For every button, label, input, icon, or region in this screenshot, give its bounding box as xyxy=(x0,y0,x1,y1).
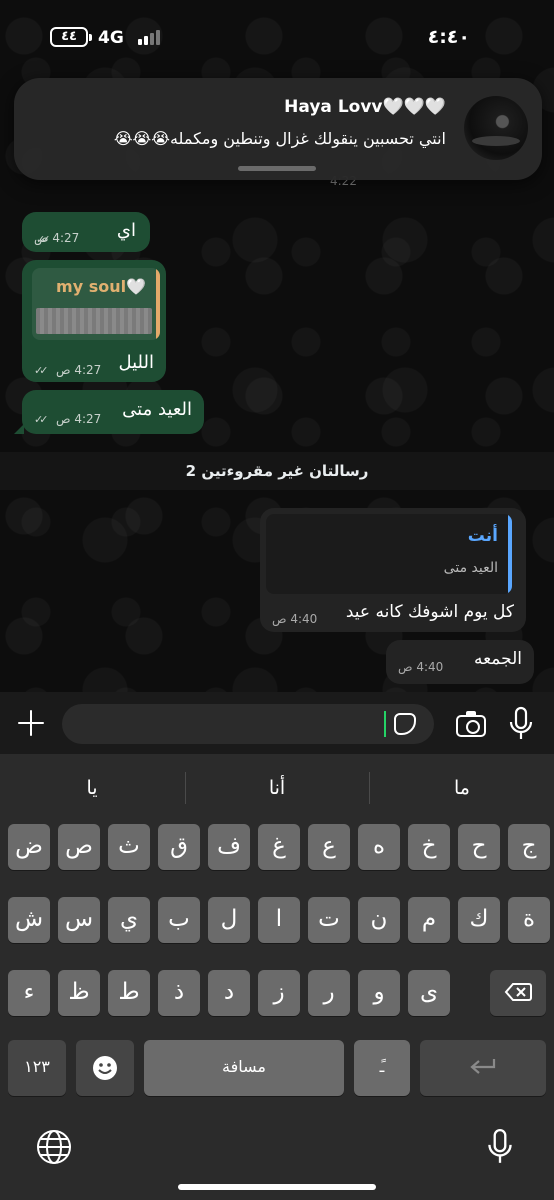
keyboard: يا أنا ما ضصثقفغعهخحج شسيبلاتنمكة ءظطذدز… xyxy=(0,754,554,1200)
numbers-key[interactable]: ١٢٣ xyxy=(8,1040,66,1096)
message-text: اي xyxy=(116,220,136,241)
quoted-message[interactable]: my soul🤍 xyxy=(32,268,160,340)
message-bubble[interactable]: العيد متى 4:27 ص ✓✓ xyxy=(14,390,204,434)
key[interactable]: ا xyxy=(258,897,300,943)
emoji-key[interactable] xyxy=(76,1040,134,1096)
message-time: 4:40 ص xyxy=(272,612,318,626)
suggestion-middle[interactable]: أنا xyxy=(185,768,369,808)
key[interactable]: س xyxy=(58,897,100,943)
message-text: العيد متى xyxy=(122,399,192,420)
emoji-icon xyxy=(93,1056,117,1080)
suggestion-left[interactable]: يا xyxy=(0,768,184,808)
status-bar: ٤٤ 4G ٤:٤٠ xyxy=(0,0,554,76)
unread-messages-banner: 2 رسالتان غير مقروءتين xyxy=(0,452,554,490)
notification-banner[interactable]: Haya Lovv🤍🤍🤍 انتي تحسبين ينقولك غزال وتن… xyxy=(14,78,542,180)
key[interactable]: غ xyxy=(258,824,300,870)
space-key[interactable]: مسافة xyxy=(144,1040,344,1096)
reply-quote[interactable]: أنت العيد متى xyxy=(266,514,512,594)
attach-plus-icon[interactable] xyxy=(16,708,46,738)
dictation-mic-icon[interactable] xyxy=(486,1128,514,1166)
key[interactable]: ف xyxy=(208,824,250,870)
key[interactable]: ت xyxy=(308,897,350,943)
diacritic-key[interactable]: ًـ xyxy=(354,1040,410,1096)
message-bubble[interactable]: الجمعه 4:40 ص xyxy=(386,640,534,684)
key[interactable]: ر xyxy=(308,970,350,1016)
message-time: 4:27 ص xyxy=(56,412,102,426)
read-ticks-icon: ✓✓ xyxy=(34,364,49,377)
key[interactable]: ق xyxy=(158,824,200,870)
key[interactable]: ى xyxy=(408,970,450,1016)
backspace-icon xyxy=(504,983,532,1001)
read-ticks-icon: ✓✓ xyxy=(34,413,49,426)
key[interactable]: ش xyxy=(8,897,50,943)
quote-accent-bar xyxy=(156,268,160,340)
text-cursor xyxy=(384,711,386,737)
key[interactable]: و xyxy=(358,970,400,1016)
reply-sender: أنت xyxy=(467,526,498,546)
camera-icon[interactable] xyxy=(456,711,486,737)
key[interactable]: ج xyxy=(508,824,550,870)
home-indicator[interactable] xyxy=(178,1184,376,1190)
message-meta: 4:27 ص xyxy=(56,412,101,426)
signal-icon xyxy=(138,29,164,45)
notification-message: انتي تحسبين ينقولك غزال وتنطين ومكمله😭😭😭 xyxy=(113,129,446,148)
message-text: كل يوم اشوفك كانه عيد xyxy=(345,602,514,622)
reply-original-text: العيد متى xyxy=(443,560,498,576)
key[interactable]: ب xyxy=(158,897,200,943)
key[interactable]: ء xyxy=(8,970,50,1016)
key[interactable]: ك xyxy=(458,897,500,943)
quote-redacted-text xyxy=(36,308,152,334)
backspace-key[interactable] xyxy=(490,970,546,1016)
message-text: الجمعه xyxy=(473,649,522,669)
suggestion-right[interactable]: ما xyxy=(370,768,554,808)
return-icon xyxy=(470,1059,496,1074)
key[interactable]: ث xyxy=(108,824,150,870)
message-time: 4:40 ص xyxy=(398,660,444,674)
key[interactable]: ن xyxy=(358,897,400,943)
message-bubble[interactable]: اي 4:27 ص ✓✓ xyxy=(22,212,150,252)
key[interactable]: خ xyxy=(408,824,450,870)
read-ticks-icon: ✓✓ xyxy=(36,233,51,246)
message-input[interactable] xyxy=(62,704,434,744)
message-bubble[interactable]: أنت العيد متى كل يوم اشوفك كانه عيد 4:40… xyxy=(260,508,526,632)
notification-grabber[interactable] xyxy=(238,166,316,171)
quote-sender: my soul🤍 xyxy=(56,277,146,296)
key[interactable]: د xyxy=(208,970,250,1016)
key[interactable]: ض xyxy=(8,824,50,870)
sender-avatar xyxy=(464,96,528,160)
key[interactable]: ص xyxy=(58,824,100,870)
key[interactable]: ه xyxy=(358,824,400,870)
network-type: 4G xyxy=(98,28,124,48)
key[interactable]: ي xyxy=(108,897,150,943)
globe-icon[interactable] xyxy=(36,1129,72,1165)
key[interactable]: م xyxy=(408,897,450,943)
notification-sender: Haya Lovv🤍🤍🤍 xyxy=(284,97,446,117)
key[interactable]: ة xyxy=(508,897,550,943)
key[interactable]: ذ xyxy=(158,970,200,1016)
message-input-bar xyxy=(0,692,554,754)
key[interactable]: ل xyxy=(208,897,250,943)
message-time: 4:27 ص xyxy=(56,363,102,377)
message-meta: 4:27 ص xyxy=(56,363,101,377)
battery-indicator: ٤٤ xyxy=(50,27,92,47)
key[interactable]: ع xyxy=(308,824,350,870)
status-time: ٤:٤٠ xyxy=(427,26,470,48)
reply-accent-bar xyxy=(508,514,512,594)
key[interactable]: ط xyxy=(108,970,150,1016)
key[interactable]: ظ xyxy=(58,970,100,1016)
message-text: الليل xyxy=(118,352,154,373)
message-bubble[interactable]: my soul🤍 الليل 4:27 ص ✓✓ xyxy=(22,260,166,382)
key[interactable]: ز xyxy=(258,970,300,1016)
key[interactable]: ح xyxy=(458,824,500,870)
microphone-icon[interactable] xyxy=(508,706,534,742)
return-key[interactable] xyxy=(420,1040,546,1096)
